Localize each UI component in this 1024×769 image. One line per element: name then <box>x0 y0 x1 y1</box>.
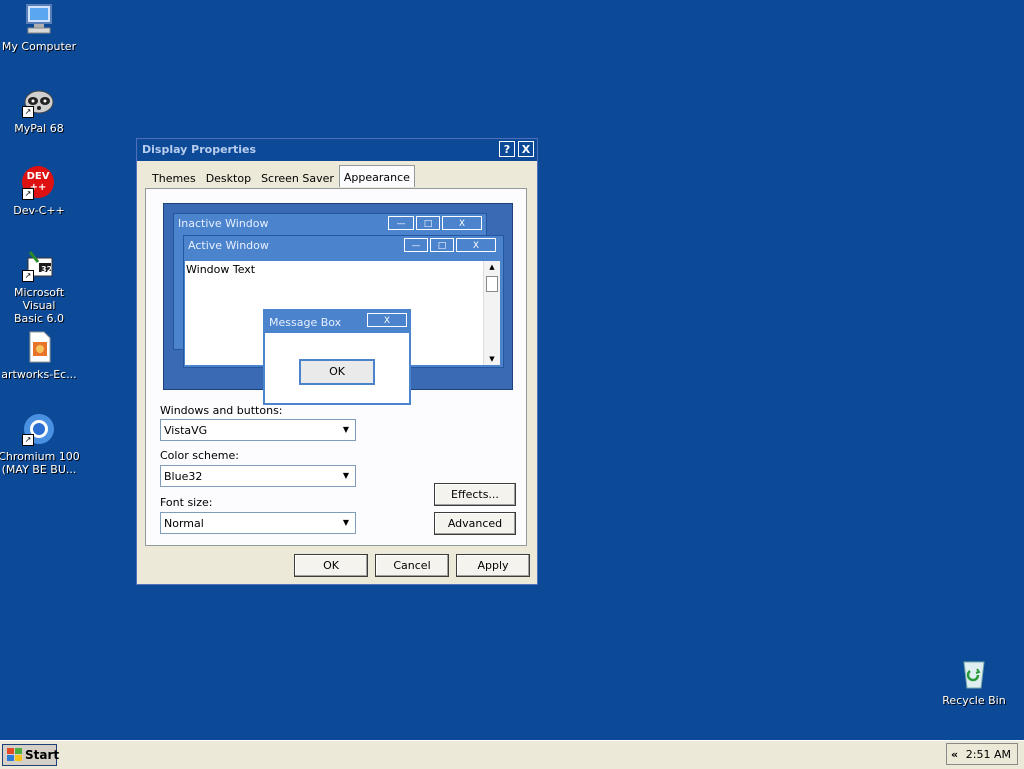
windows-buttons-value: VistaVG <box>164 424 208 437</box>
desktop-icon-chromium[interactable]: ↗ Chromium 100 (MAY BE BU... <box>0 412 81 476</box>
windows-buttons-select[interactable]: VistaVG ▼ <box>160 419 356 441</box>
color-scheme-label: Color scheme: <box>160 449 239 462</box>
minimize-icon: — <box>404 238 428 252</box>
clock[interactable]: 2:51 AM <box>966 748 1011 761</box>
font-size-value: Normal <box>164 517 204 530</box>
recycle-bin-icon <box>957 656 991 690</box>
preview-window-body: Window Text ▲ ▼ Message Box X OK <box>185 261 500 405</box>
tab-strip: Themes Desktop Screen Saver Appearance <box>147 165 415 189</box>
tab-screen-saver[interactable]: Screen Saver <box>256 167 339 189</box>
windows-logo-icon <box>7 748 22 768</box>
color-scheme-select[interactable]: Blue32 ▼ <box>160 465 356 487</box>
desktop-icon-devcpp[interactable]: DEV ++ ↗ Dev-C++ <box>0 166 81 217</box>
appearance-preview: Inactive Window — □ X Active Window — □ … <box>163 203 513 405</box>
close-icon: X <box>442 216 482 230</box>
system-tray: « 2:51 AM <box>946 743 1018 765</box>
close-icon: X <box>367 313 407 327</box>
maximize-icon: □ <box>430 238 454 252</box>
image-file-icon <box>22 330 56 364</box>
desktop-icon-label: Chromium 100 (MAY BE BU... <box>0 450 80 476</box>
raccoon-icon: ↗ <box>22 84 56 118</box>
preview-window-text: Window Text <box>186 263 256 276</box>
desktop-icon-label: My Computer <box>1 40 77 53</box>
tab-themes[interactable]: Themes <box>147 167 201 189</box>
color-scheme-value: Blue32 <box>164 470 203 483</box>
shortcut-arrow-icon: ↗ <box>22 270 34 282</box>
desktop-icon-label: Recycle Bin <box>942 694 1006 707</box>
help-button[interactable]: ? <box>499 141 515 157</box>
shortcut-arrow-icon: ↗ <box>22 106 34 118</box>
show-hidden-icons-button[interactable]: « <box>951 748 958 761</box>
desktop-icon-label: MyPal 68 <box>14 122 64 135</box>
dialog-title: Display Properties <box>142 143 257 156</box>
start-button[interactable]: Start <box>2 744 60 768</box>
shortcut-arrow-icon: ↗ <box>22 188 34 200</box>
desktop-icon-visual-basic[interactable]: 32 ↗ Microsoft Visual Basic 6.0 <box>0 248 81 325</box>
start-label: Start <box>25 748 60 762</box>
maximize-icon: □ <box>416 216 440 230</box>
desktop-icon-label: Dev-C++ <box>13 204 65 217</box>
display-properties-dialog: Display Properties ? X Themes Desktop Sc… <box>136 138 538 585</box>
close-icon: X <box>456 238 496 252</box>
tab-desktop[interactable]: Desktop <box>201 167 256 189</box>
computer-icon <box>22 2 56 36</box>
message-box-title: Message Box <box>269 316 342 329</box>
preview-scrollbar: ▲ ▼ <box>483 261 500 365</box>
preview-inactive-title: Inactive Window <box>178 217 269 230</box>
minimize-icon: — <box>388 216 414 230</box>
font-size-select[interactable]: Normal ▼ <box>160 512 356 534</box>
ok-button[interactable]: OK <box>294 554 368 577</box>
advanced-button[interactable]: Advanced <box>434 512 516 535</box>
desktop-icon-label: artworks-Ec... <box>1 368 77 381</box>
preview-ok-button: OK <box>299 359 375 385</box>
preview-message-box: Message Box X OK <box>263 309 411 405</box>
chevron-down-icon[interactable]: ▼ <box>337 466 355 486</box>
desktop-icon-artworks[interactable]: artworks-Ec... <box>0 330 81 381</box>
effects-button[interactable]: Effects... <box>434 483 516 506</box>
desktop-icon-recycle-bin[interactable]: Recycle Bin <box>932 656 1016 707</box>
preview-active-title: Active Window <box>188 239 269 252</box>
windows-buttons-label: Windows and buttons: <box>160 404 283 417</box>
font-size-label: Font size: <box>160 496 213 509</box>
desktop-icon-my-computer[interactable]: My Computer <box>0 2 81 53</box>
desktop-icon-mypal[interactable]: ↗ MyPal 68 <box>0 84 81 135</box>
taskbar: Start « 2:51 AM <box>0 740 1024 769</box>
visual-basic-icon: 32 ↗ <box>22 248 56 282</box>
dialog-titlebar[interactable]: Display Properties ? X <box>137 139 537 161</box>
chevron-down-icon[interactable]: ▼ <box>337 420 355 440</box>
tab-appearance[interactable]: Appearance <box>338 165 415 187</box>
preview-active-window: Active Window — □ X Window Text ▲ ▼ Mess… <box>183 235 504 405</box>
appearance-panel: Inactive Window — □ X Active Window — □ … <box>145 188 527 546</box>
cancel-button[interactable]: Cancel <box>375 554 449 577</box>
apply-button[interactable]: Apply <box>456 554 530 577</box>
devcpp-icon: DEV ++ ↗ <box>22 166 56 200</box>
shortcut-arrow-icon: ↗ <box>22 434 34 446</box>
chevron-down-icon[interactable]: ▼ <box>337 513 355 533</box>
chromium-icon: ↗ <box>22 412 56 446</box>
desktop-icon-label: Microsoft Visual Basic 6.0 <box>13 286 65 325</box>
close-button[interactable]: X <box>518 141 534 157</box>
